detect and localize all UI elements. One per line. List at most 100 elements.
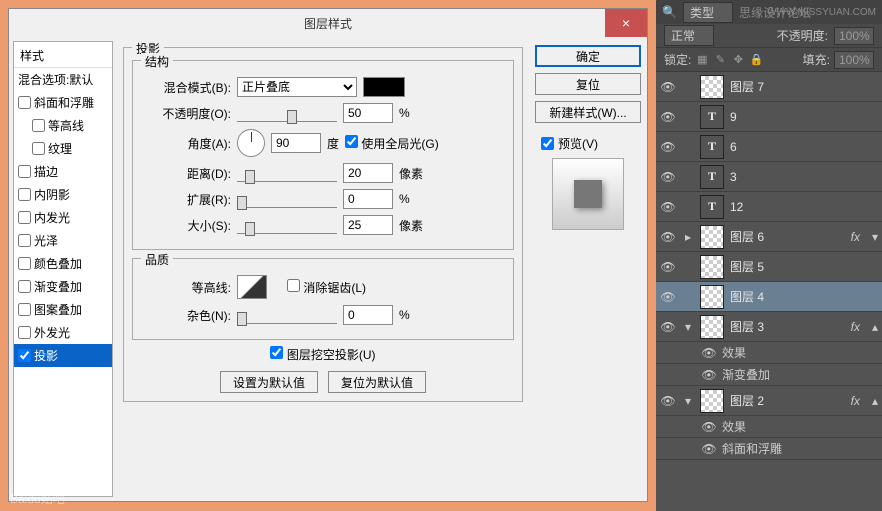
antialias-checkbox[interactable]: 消除锯齿(L) [287,279,366,296]
preview-checkbox[interactable]: 预览(V) [541,135,641,152]
cancel-button[interactable]: 复位 [535,73,641,95]
ok-button[interactable]: 确定 [535,45,641,67]
style-item-图案叠加[interactable]: 图案叠加 [14,298,112,321]
distance-input[interactable] [343,163,393,183]
style-item-斜面和浮雕[interactable]: 斜面和浮雕 [14,91,112,114]
style-item-描边[interactable]: 描边 [14,160,112,183]
spread-slider[interactable] [237,190,337,208]
text-layer-thumb[interactable]: T [700,105,724,129]
layer-effect[interactable]: 👁斜面和浮雕 [656,438,882,460]
layer-name[interactable]: 图层 5 [730,258,878,275]
angle-dial[interactable] [237,129,265,157]
visibility-icon[interactable]: 👁 [660,169,676,185]
styles-header[interactable]: 样式 [14,44,112,68]
text-layer-thumb[interactable]: T [700,135,724,159]
text-layer-thumb[interactable]: T [700,195,724,219]
noise-input[interactable] [343,305,393,325]
close-button[interactable]: × [605,9,647,37]
spread-input[interactable] [343,189,393,209]
layer-row[interactable]: 👁 图层 5 [656,252,882,282]
layer-row[interactable]: 👁图层 7 [656,72,882,102]
global-light-checkbox[interactable]: 使用全局光(G) [345,135,439,152]
fx-badge-icon[interactable]: fx [851,394,860,408]
fx-chevron-icon[interactable]: ▴ [872,394,878,408]
visibility-icon[interactable]: 👁 [660,229,676,245]
search-icon[interactable]: 🔍 [662,5,677,19]
style-item-内发光[interactable]: 内发光 [14,206,112,229]
expand-arrow-icon[interactable]: ▸ [682,230,694,244]
lock-all-icon[interactable]: 🔒 [749,53,763,67]
style-checkbox[interactable] [18,326,31,339]
style-item-投影[interactable]: 投影 [14,344,112,367]
lock-brush-icon[interactable]: ✎ [713,53,727,67]
filter-type-select[interactable]: 类型 [683,2,733,23]
fx-chevron-icon[interactable]: ▴ [872,320,878,334]
size-input[interactable] [343,215,393,235]
raster-layer-thumb[interactable] [700,225,724,249]
expand-arrow-icon[interactable]: ▾ [682,320,694,334]
fx-badge-icon[interactable]: fx [851,320,860,334]
visibility-icon[interactable]: 👁 [702,368,716,382]
layer-name[interactable]: 3 [730,170,878,184]
layer-effect[interactable]: 👁效果 [656,342,882,364]
make-default-button[interactable]: 设置为默认值 [220,371,318,393]
style-checkbox[interactable] [18,96,31,109]
style-checkbox[interactable] [32,142,45,155]
visibility-icon[interactable]: 👁 [660,79,676,95]
lock-position-icon[interactable]: ✥ [731,53,745,67]
visibility-icon[interactable]: 👁 [702,346,716,360]
style-item-等高线[interactable]: 等高线 [14,114,112,137]
style-checkbox[interactable] [18,280,31,293]
fx-badge-icon[interactable]: fx [851,230,860,244]
style-item-光泽[interactable]: 光泽 [14,229,112,252]
layer-row[interactable]: 👁▾图层 2fx▴ [656,386,882,416]
expand-arrow-icon[interactable]: ▾ [682,394,694,408]
distance-slider[interactable] [237,164,337,182]
style-checkbox[interactable] [18,165,31,178]
raster-layer-thumb[interactable] [700,285,724,309]
shadow-color-swatch[interactable] [363,77,405,97]
layer-row[interactable]: 👁 图层 4 [656,282,882,312]
style-checkbox[interactable] [18,303,31,316]
blend-options-item[interactable]: 混合选项:默认 [14,68,112,91]
layer-name[interactable]: 图层 4 [730,288,878,305]
visibility-icon[interactable]: 👁 [702,420,716,434]
style-checkbox[interactable] [18,349,31,362]
visibility-icon[interactable]: 👁 [660,259,676,275]
style-checkbox[interactable] [32,119,45,132]
style-checkbox[interactable] [18,188,31,201]
style-item-颜色叠加[interactable]: 颜色叠加 [14,252,112,275]
layer-effect[interactable]: 👁渐变叠加 [656,364,882,386]
visibility-icon[interactable]: 👁 [660,109,676,125]
layer-name[interactable]: 图层 3 [730,318,845,335]
layer-row[interactable]: 👁▸图层 6fx▾ [656,222,882,252]
layer-name[interactable]: 图层 6 [730,228,845,245]
layer-row[interactable]: 👁T6 [656,132,882,162]
lock-transparent-icon[interactable]: ▦ [695,53,709,67]
visibility-icon[interactable]: 👁 [660,319,676,335]
layer-name[interactable]: 图层 2 [730,392,845,409]
opacity-slider[interactable] [237,104,337,122]
raster-layer-thumb[interactable] [700,75,724,99]
contour-picker[interactable] [237,275,267,299]
new-style-button[interactable]: 新建样式(W)... [535,101,641,123]
visibility-icon[interactable]: 👁 [702,442,716,456]
blend-mode-dropdown[interactable]: 正常 [664,25,714,46]
visibility-icon[interactable]: 👁 [660,289,676,305]
layer-effect[interactable]: 👁效果 [656,416,882,438]
visibility-icon[interactable]: 👁 [660,199,676,215]
layer-name[interactable]: 9 [730,110,878,124]
layer-name[interactable]: 6 [730,140,878,154]
noise-slider[interactable] [237,306,337,324]
style-checkbox[interactable] [18,211,31,224]
reset-default-button[interactable]: 复位为默认值 [328,371,426,393]
style-item-外发光[interactable]: 外发光 [14,321,112,344]
text-layer-thumb[interactable]: T [700,165,724,189]
raster-layer-thumb[interactable] [700,255,724,279]
layer-row[interactable]: 👁 ▾ 图层 3 fx ▴ [656,312,882,342]
opacity-input[interactable] [343,103,393,123]
layer-name[interactable]: 12 [730,200,878,214]
fill-value[interactable]: 100% [834,51,874,69]
raster-layer-thumb[interactable] [700,389,724,413]
layer-row[interactable]: 👁 T3 [656,162,882,192]
